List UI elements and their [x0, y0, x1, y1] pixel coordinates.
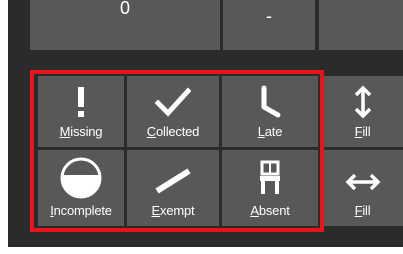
fill-horizontal-label: Fill [354, 203, 371, 218]
exempt-button[interactable]: Exempt [127, 150, 219, 226]
clock-hand-icon [222, 84, 318, 120]
slash-icon [127, 162, 219, 198]
collected-label: Collected [146, 124, 200, 139]
top-value-text: 0 [119, 0, 130, 18]
top-value-button-1[interactable]: 0 [30, 0, 220, 50]
top-value-button-2[interactable]: - [223, 0, 315, 50]
checkmark-icon [127, 84, 219, 120]
top-value-button-3[interactable] [319, 0, 403, 50]
fill-horizontal-button[interactable]: Fill [322, 150, 403, 226]
incomplete-button[interactable]: Incomplete [38, 150, 124, 226]
late-label: Late [257, 124, 283, 139]
half-circle-icon [38, 157, 124, 199]
missing-label: Missing [59, 124, 103, 139]
fill-vertical-label: Fill [354, 124, 371, 139]
collected-button[interactable]: Collected [127, 76, 219, 147]
incomplete-label: Incomplete [50, 203, 112, 218]
fill-vertical-button[interactable]: Fill [322, 76, 403, 147]
absent-button[interactable]: Absent [222, 150, 318, 226]
exempt-label: Exempt [151, 203, 195, 218]
missing-button[interactable]: Missing [38, 76, 124, 147]
top-value-text: - [266, 6, 272, 26]
horizontal-arrows-icon [322, 164, 403, 200]
exclamation-icon [38, 84, 124, 120]
vertical-arrows-icon [322, 84, 403, 120]
absent-label: Absent [250, 203, 290, 218]
chair-icon [222, 160, 318, 196]
late-button[interactable]: Late [222, 76, 318, 147]
